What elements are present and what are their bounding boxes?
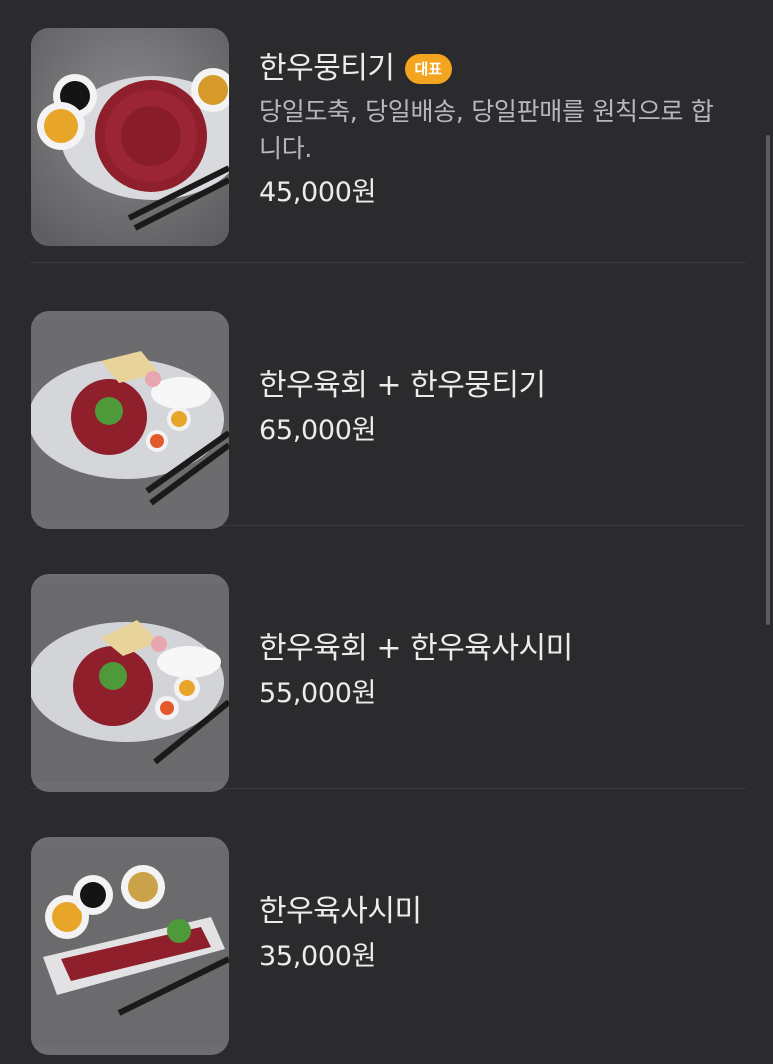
menu-item-info: 한우육회 + 한우뭉티기 65,000원 <box>259 367 736 449</box>
menu-item[interactable]: 한우뭉티기 대표 당일도축, 당일배송, 당일판매를 원칙으로 합니다. 45,… <box>30 0 746 263</box>
signature-badge: 대표 <box>404 54 453 84</box>
menu-item-name: 한우육회 + 한우육사시미 <box>259 631 573 666</box>
menu-item-name: 한우뭉티기 <box>259 51 395 86</box>
menu-item-image[interactable] <box>31 311 229 529</box>
menu-item-price: 65,000원 <box>259 415 377 446</box>
menu-item[interactable]: 한우육회 + 한우육사시미 55,000원 <box>30 526 746 792</box>
menu-item-price: 55,000원 <box>259 678 377 709</box>
menu-item-name: 한우육회 + 한우뭉티기 <box>259 368 546 403</box>
scrollbar[interactable] <box>766 135 770 625</box>
food-photo-icon <box>31 847 229 1045</box>
food-photo-icon <box>31 584 229 782</box>
food-photo-icon <box>31 321 229 519</box>
menu-item-price: 35,000원 <box>259 941 377 972</box>
menu-item-price: 45,000원 <box>259 177 377 208</box>
food-photo-icon <box>31 28 229 246</box>
menu-item[interactable]: 한우육사시미 35,000원 <box>30 789 746 1055</box>
menu-item-info: 한우육사시미 35,000원 <box>259 893 736 975</box>
menu-item-info: 한우뭉티기 대표 당일도축, 당일배송, 당일판매를 원칙으로 합니다. 45,… <box>259 50 736 211</box>
menu-item-image[interactable] <box>31 837 229 1055</box>
menu-item[interactable]: 한우육회 + 한우뭉티기 65,000원 <box>30 263 746 529</box>
menu-item-description: 당일도축, 당일배송, 당일판매를 원칙으로 합니다. <box>259 97 714 163</box>
menu-list: 한우뭉티기 대표 당일도축, 당일배송, 당일판매를 원칙으로 합니다. 45,… <box>30 0 746 1055</box>
menu-item-image[interactable] <box>31 28 229 246</box>
menu-item-info: 한우육회 + 한우육사시미 55,000원 <box>259 630 736 712</box>
menu-item-name: 한우육사시미 <box>259 894 422 929</box>
menu-item-image[interactable] <box>31 574 229 792</box>
